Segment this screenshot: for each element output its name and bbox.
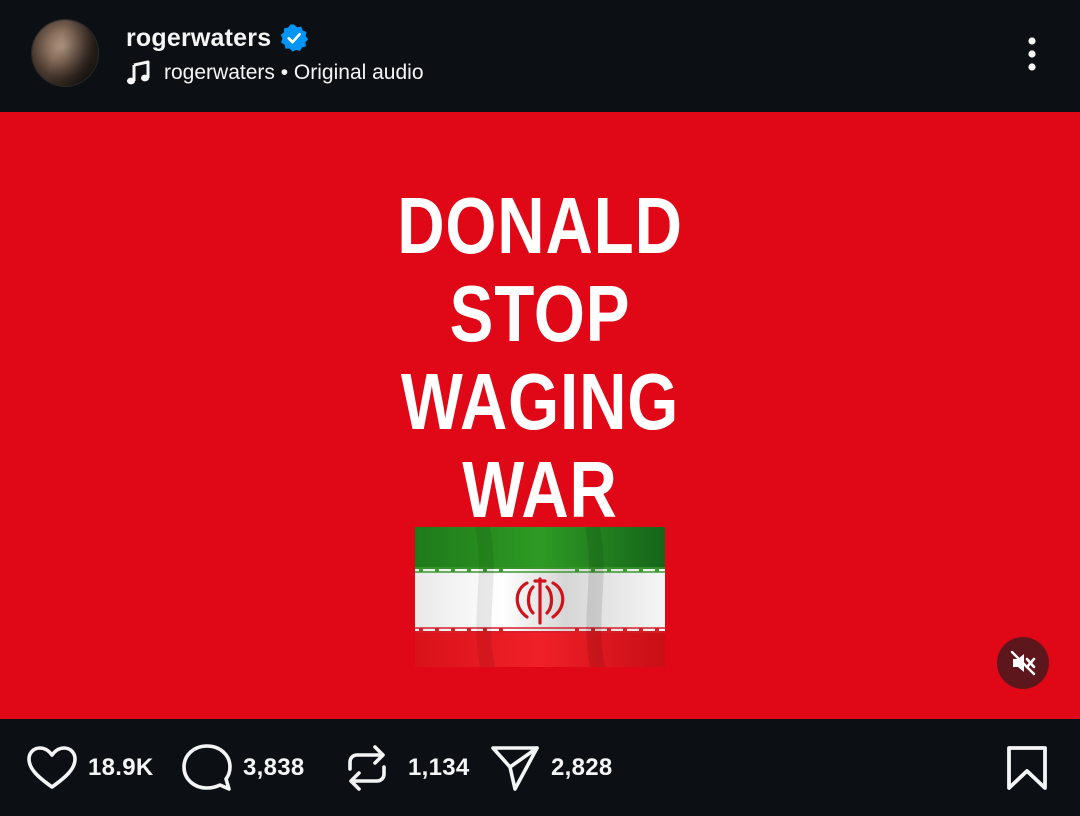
audio-separator: •: [274, 61, 294, 84]
audio-label: Original audio: [293, 61, 424, 84]
more-options-button[interactable]: [1012, 34, 1052, 74]
audio-info: rogerwaters • Original audio: [164, 61, 424, 85]
repost-icon: [348, 745, 386, 791]
avatar-shading: [32, 20, 98, 86]
comment-button[interactable]: 3,838: [181, 743, 305, 793]
more-options-icon: [1028, 37, 1036, 71]
repost-button[interactable]: 1,134: [344, 743, 470, 793]
save-button[interactable]: [1005, 745, 1049, 791]
like-button[interactable]: 18.9K: [26, 743, 154, 793]
repost-count: 1,134: [408, 754, 470, 781]
comment-bubble-icon: [182, 744, 232, 791]
post-media[interactable]: DONALD STOP WAGING WAR: [0, 112, 1080, 719]
iran-flag: [415, 527, 665, 667]
avatar[interactable]: [32, 20, 98, 86]
share-button[interactable]: 2,828: [489, 743, 613, 793]
post-header: rogerwaters rogerwaters • Original audio: [0, 0, 1080, 112]
username[interactable]: rogerwaters: [126, 24, 271, 53]
verified-badge-icon: [279, 23, 309, 53]
speaker-muted-icon: [1010, 650, 1036, 676]
headline-line: WAGING: [400, 357, 680, 446]
username-row: rogerwaters: [126, 22, 309, 54]
comment-count: 3,838: [243, 754, 305, 781]
audio-row[interactable]: rogerwaters • Original audio: [126, 58, 424, 88]
headline-text: DONALD STOP WAGING WAR: [97, 182, 983, 534]
mute-toggle-button[interactable]: [997, 637, 1049, 689]
headline-line: DONALD: [397, 181, 683, 270]
like-count: 18.9K: [88, 754, 154, 781]
bookmark-icon: [1007, 746, 1047, 790]
action-bar: 18.9K 3,838 1,134 2,828: [0, 719, 1080, 816]
music-note-icon: [126, 60, 152, 86]
heart-icon: [27, 746, 77, 789]
audio-owner: rogerwaters: [164, 61, 275, 84]
share-count: 2,828: [551, 754, 613, 781]
headline-line: WAR: [462, 445, 618, 534]
headline-line: STOP: [449, 269, 631, 358]
paper-plane-icon: [491, 746, 539, 791]
